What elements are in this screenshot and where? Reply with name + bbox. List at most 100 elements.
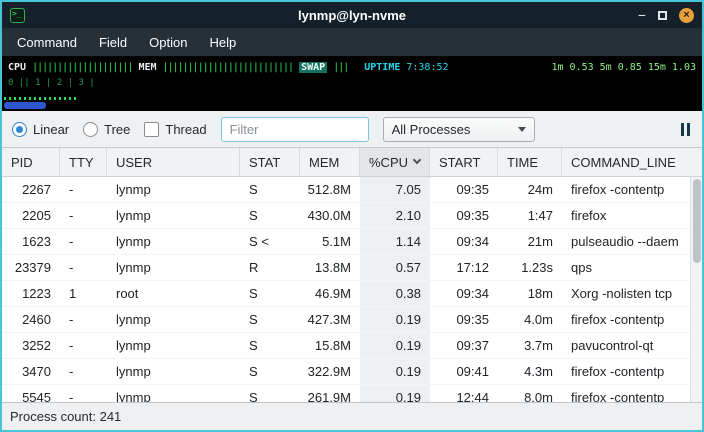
- cell-command: firefox -contentp: [562, 177, 702, 202]
- cell-time: 4.0m: [498, 307, 562, 332]
- cell-pid: 2205: [2, 203, 60, 228]
- cell-command: firefox -contentp: [562, 359, 702, 384]
- minimize-button[interactable]: −: [638, 10, 646, 20]
- cell-mem: 13.8M: [300, 255, 360, 280]
- uptime-label: UPTIME: [364, 62, 400, 73]
- terminal-app-icon[interactable]: [10, 8, 25, 23]
- scrollbar-thumb[interactable]: [693, 179, 701, 263]
- process-scope-select[interactable]: All Processes: [383, 117, 535, 142]
- table-row[interactable]: 1223 1 root S 46.9M 0.38 09:34 18m Xorg …: [2, 281, 702, 307]
- thread-checkbox-option[interactable]: Thread: [144, 122, 206, 137]
- table-row[interactable]: 2267 - lynmp S 512.8M 7.05 09:35 24m fir…: [2, 177, 702, 203]
- menu-option[interactable]: Option: [138, 31, 198, 54]
- cell-user: lynmp: [107, 203, 240, 228]
- cell-time: 8.0m: [498, 385, 562, 402]
- column-header-cpu[interactable]: %CPU: [360, 148, 430, 176]
- cell-pid: 5545: [2, 385, 60, 402]
- window-title: lynmp@lyn-nvme: [2, 8, 702, 23]
- column-header-start[interactable]: START: [430, 148, 498, 176]
- cell-stat: S: [240, 333, 300, 358]
- history-strip: [2, 96, 702, 111]
- pause-icon: [687, 123, 690, 136]
- checkbox-unchecked-icon: [144, 122, 159, 137]
- column-header-pid[interactable]: PID: [2, 148, 60, 176]
- table-row[interactable]: 5545 - lynmp S 261.9M 0.19 12:44 8.0m fi…: [2, 385, 702, 402]
- cell-start: 09:34: [430, 229, 498, 254]
- mem-meter-bar: ||||||||||||||||||||||||||: [163, 62, 294, 73]
- cell-cpu: 0.19: [360, 307, 430, 332]
- cell-time: 1.23s: [498, 255, 562, 280]
- cell-mem: 430.0M: [300, 203, 360, 228]
- cell-user: lynmp: [107, 385, 240, 402]
- cell-command: Xorg -nolisten tcp: [562, 281, 702, 306]
- cell-tty: -: [60, 333, 107, 358]
- cell-tty: -: [60, 385, 107, 402]
- cell-command: pavucontrol-qt: [562, 333, 702, 358]
- cell-tty: -: [60, 203, 107, 228]
- filter-input[interactable]: [221, 117, 369, 142]
- cell-start: 09:35: [430, 177, 498, 202]
- linear-radio-option[interactable]: Linear: [12, 122, 69, 137]
- table-row[interactable]: 1623 - lynmp S < 5.1M 1.14 09:34 21m pul…: [2, 229, 702, 255]
- cell-time: 4.3m: [498, 359, 562, 384]
- cell-command: pulseaudio --daem: [562, 229, 702, 254]
- swap-meter-label: SWAP: [299, 62, 327, 73]
- load-average: 1m 0.53 5m 0.85 15m 1.03: [552, 62, 697, 73]
- table-body: 2267 - lynmp S 512.8M 7.05 09:35 24m fir…: [2, 177, 702, 402]
- cell-command: firefox -contentp: [562, 307, 702, 332]
- tree-radio-option[interactable]: Tree: [83, 122, 130, 137]
- tree-radio-label: Tree: [104, 122, 130, 137]
- cell-cpu: 7.05: [360, 177, 430, 202]
- table-row[interactable]: 3470 - lynmp S 322.9M 0.19 09:41 4.3m fi…: [2, 359, 702, 385]
- column-header-stat[interactable]: STAT: [240, 148, 300, 176]
- cell-time: 24m: [498, 177, 562, 202]
- column-header-command-line[interactable]: COMMAND_LINE: [562, 148, 702, 176]
- chevron-down-icon: [518, 127, 526, 132]
- cell-cpu: 0.19: [360, 359, 430, 384]
- cpu-meter-label: CPU: [8, 62, 26, 73]
- column-header-mem[interactable]: MEM: [300, 148, 360, 176]
- cell-time: 21m: [498, 229, 562, 254]
- cell-start: 12:44: [430, 385, 498, 402]
- timeline-scrollbar-thumb[interactable]: [4, 102, 46, 109]
- table-row[interactable]: 23379 - lynmp R 13.8M 0.57 17:12 1.23s q…: [2, 255, 702, 281]
- cell-pid: 2460: [2, 307, 60, 332]
- cell-start: 09:34: [430, 281, 498, 306]
- cell-stat: S: [240, 203, 300, 228]
- table-row[interactable]: 2460 - lynmp S 427.3M 0.19 09:35 4.0m fi…: [2, 307, 702, 333]
- radio-checked-icon: [12, 122, 27, 137]
- table-row[interactable]: 3252 - lynmp S 15.8M 0.19 09:37 3.7m pav…: [2, 333, 702, 359]
- menu-field[interactable]: Field: [88, 31, 138, 54]
- menu-help[interactable]: Help: [198, 31, 247, 54]
- cell-time: 1:47: [498, 203, 562, 228]
- cell-user: root: [107, 281, 240, 306]
- maximize-button[interactable]: [658, 11, 667, 20]
- cell-stat: R: [240, 255, 300, 280]
- pause-button[interactable]: [679, 119, 692, 140]
- column-header-time[interactable]: TIME: [498, 148, 562, 176]
- column-header-user[interactable]: USER: [107, 148, 240, 176]
- cell-cpu: 0.57: [360, 255, 430, 280]
- cell-user: lynmp: [107, 333, 240, 358]
- menu-command[interactable]: Command: [6, 31, 88, 54]
- cell-user: lynmp: [107, 177, 240, 202]
- cell-stat: S: [240, 281, 300, 306]
- column-header-tty[interactable]: TTY: [60, 148, 107, 176]
- title-bar: lynmp@lyn-nvme − ×: [2, 2, 702, 28]
- meter-line-2: 0 || 1 | 2 | 3 |: [8, 75, 696, 90]
- cell-stat: S: [240, 359, 300, 384]
- vertical-scrollbar[interactable]: [690, 177, 702, 402]
- process-count: Process count: 241: [10, 409, 121, 424]
- table-row[interactable]: 2205 - lynmp S 430.0M 2.10 09:35 1:47 fi…: [2, 203, 702, 229]
- radio-unchecked-icon: [83, 122, 98, 137]
- cell-cpu: 0.19: [360, 333, 430, 358]
- cell-mem: 261.9M: [300, 385, 360, 402]
- cell-tty: -: [60, 229, 107, 254]
- cell-cpu: 0.19: [360, 385, 430, 402]
- cell-mem: 46.9M: [300, 281, 360, 306]
- mem-meter-label: MEM: [138, 62, 156, 73]
- history-graph: [4, 97, 76, 100]
- close-button[interactable]: ×: [679, 8, 694, 23]
- thread-checkbox-label: Thread: [165, 122, 206, 137]
- cell-tty: -: [60, 359, 107, 384]
